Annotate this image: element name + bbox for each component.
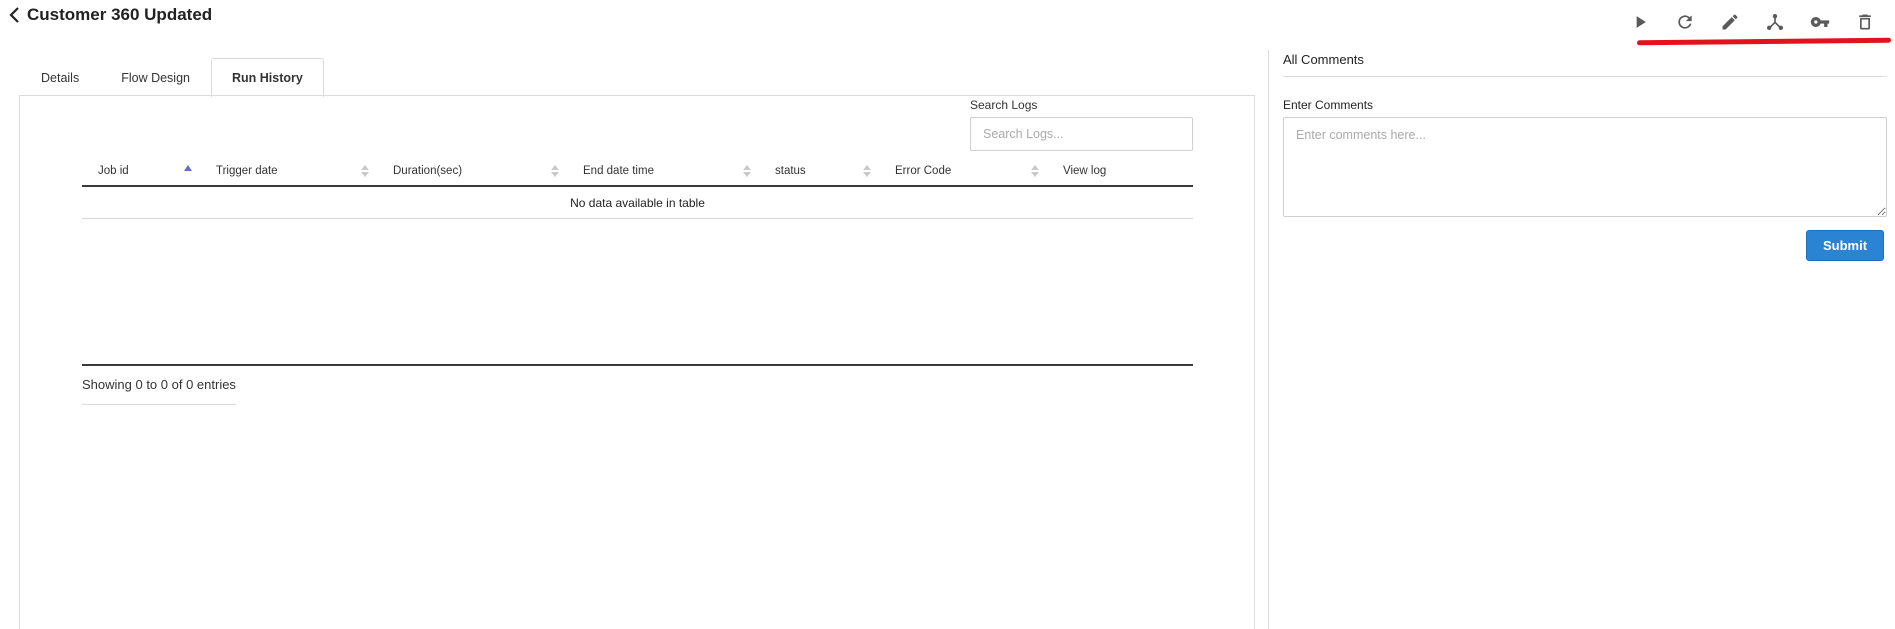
trash-icon: [1858, 14, 1871, 30]
all-comments-title: All Comments: [1283, 52, 1364, 67]
run-history-table: Job id Trigger date Duration(sec) End da…: [82, 156, 1193, 219]
chevron-left-icon: [9, 7, 19, 23]
column-label: status: [775, 164, 806, 177]
tab-details[interactable]: Details: [20, 58, 100, 96]
toolbar: [1617, 8, 1887, 36]
merge-button[interactable]: [1752, 8, 1797, 36]
column-label: Trigger date: [216, 164, 278, 177]
search-logs-input[interactable]: [970, 117, 1193, 151]
column-label: Job id: [98, 164, 129, 177]
toolbar-highlight-underline: [1636, 37, 1892, 46]
delete-button[interactable]: [1842, 8, 1887, 36]
refresh-icon: [1677, 15, 1692, 29]
column-header-duration[interactable]: Duration(sec): [377, 156, 567, 185]
key-button[interactable]: [1797, 8, 1842, 36]
tab-bar: Details Flow Design Run History: [20, 57, 324, 97]
search-logs-label: Search Logs: [970, 98, 1038, 112]
column-label: Error Code: [895, 164, 952, 177]
sort-ascending-icon: [184, 165, 192, 171]
page-title: Customer 360 Updated: [27, 5, 213, 24]
edit-icon: [1722, 14, 1738, 30]
tab-run-history[interactable]: Run History: [211, 58, 324, 97]
back-button[interactable]: [4, 3, 24, 27]
comments-divider: [1283, 76, 1887, 77]
play-icon: [1636, 16, 1646, 28]
run-button[interactable]: [1617, 8, 1662, 36]
table-header: Job id Trigger date Duration(sec) End da…: [82, 156, 1193, 187]
enter-comments-label: Enter Comments: [1283, 98, 1374, 112]
column-header-error-code[interactable]: Error Code: [879, 156, 1047, 185]
column-header-end-date-time[interactable]: End date time: [567, 156, 759, 185]
sort-icon: [743, 165, 751, 177]
merge-icon: [1766, 14, 1783, 30]
column-label: Duration(sec): [393, 164, 463, 177]
sort-icon: [1031, 165, 1039, 177]
column-label: View log: [1063, 164, 1107, 177]
column-header-job-id[interactable]: Job id: [82, 156, 200, 185]
table-empty-row: No data available in table: [82, 187, 1193, 219]
column-label: End date time: [583, 164, 654, 177]
column-header-trigger-date[interactable]: Trigger date: [200, 156, 377, 185]
sort-icon: [863, 165, 871, 177]
comments-textarea[interactable]: [1283, 117, 1887, 217]
table-footer-border: [82, 364, 1193, 366]
sort-icon: [361, 165, 369, 177]
edit-button[interactable]: [1707, 8, 1752, 36]
column-header-status[interactable]: status: [759, 156, 879, 185]
tab-flow-design[interactable]: Flow Design: [100, 58, 211, 96]
column-header-view-log: View log: [1047, 156, 1193, 185]
submit-comment-button[interactable]: Submit: [1806, 230, 1884, 261]
sort-icon: [551, 165, 559, 177]
refresh-button[interactable]: [1662, 8, 1707, 36]
key-icon: [1810, 17, 1829, 27]
table-entries-info: Showing 0 to 0 of 0 entries: [82, 377, 236, 405]
